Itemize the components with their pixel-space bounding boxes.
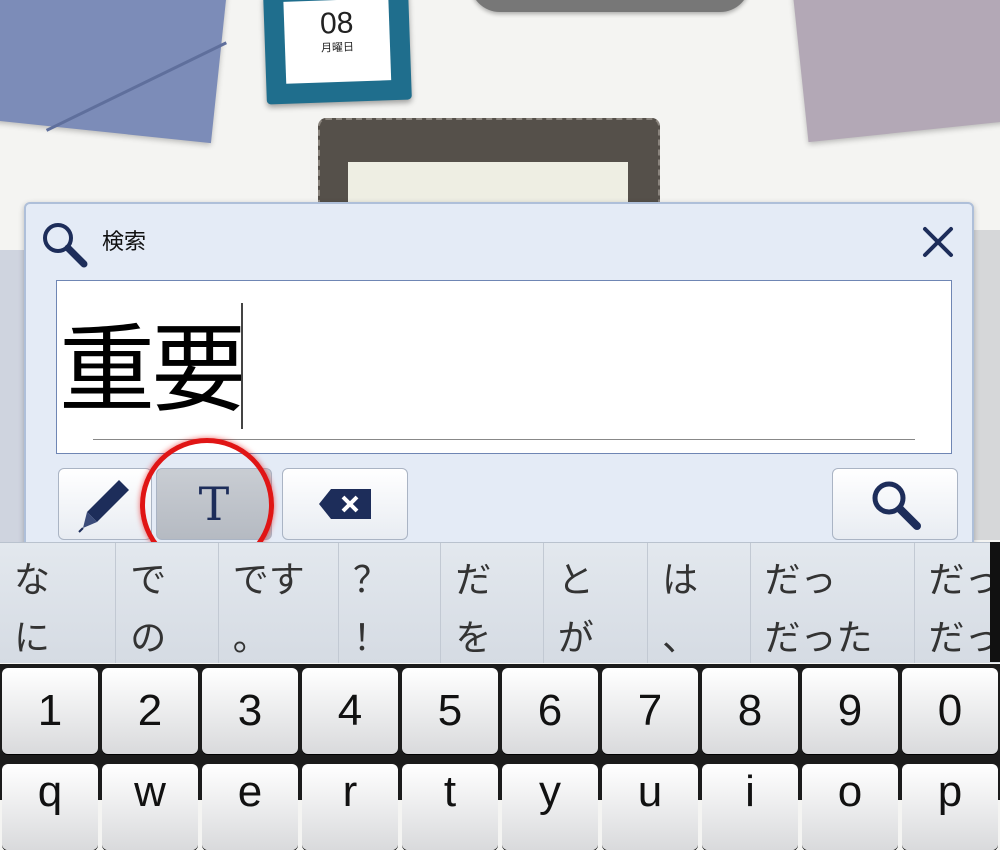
candidate-top: ？ — [352, 560, 389, 601]
key-1[interactable]: 1 — [2, 668, 98, 754]
key-q[interactable]: q — [2, 764, 98, 850]
calendar-paper: 08 月曜日 — [283, 0, 392, 84]
background-calendar: 08 月曜日 — [263, 0, 412, 105]
search-button[interactable] — [832, 468, 958, 540]
close-icon[interactable] — [918, 222, 958, 262]
note-line — [45, 41, 227, 132]
candidate-top: な — [14, 560, 51, 601]
candidate-bottom: 。 — [232, 618, 269, 659]
search-input-value: 重要 — [59, 314, 247, 426]
background-note — [0, 0, 228, 144]
candidate-bottom: に — [14, 618, 51, 659]
key-t[interactable]: t — [402, 764, 498, 850]
candidate-top: だっ — [764, 560, 837, 601]
search-icon — [872, 481, 921, 530]
background-note — [792, 0, 1000, 143]
key-p[interactable]: p — [902, 764, 998, 850]
search-icon — [43, 223, 88, 268]
key-8[interactable]: 8 — [702, 668, 798, 754]
background-pen — [470, 0, 750, 12]
handwriting-mode-button[interactable] — [58, 468, 152, 540]
candidate-item[interactable]: です。 — [219, 543, 339, 663]
key-y[interactable]: y — [502, 764, 598, 850]
candidate-top: だ — [455, 560, 492, 601]
search-dialog: 検索 重要 T — [24, 202, 974, 566]
key-6[interactable]: 6 — [502, 668, 598, 754]
key-2[interactable]: 2 — [102, 668, 198, 754]
candidate-bottom: だった — [764, 618, 873, 659]
key-u[interactable]: u — [602, 764, 698, 850]
software-keyboard: 1 2 3 4 5 6 7 8 9 0 q w e r t y u i o p — [0, 664, 1000, 850]
key-i[interactable]: i — [702, 764, 798, 850]
search-input[interactable]: 重要 — [56, 280, 952, 454]
calendar-weekday: 月曜日 — [320, 40, 355, 55]
key-e[interactable]: e — [202, 764, 298, 850]
key-4[interactable]: 4 — [302, 668, 398, 754]
candidate-bottom: の — [130, 618, 167, 659]
key-9[interactable]: 9 — [802, 668, 898, 754]
candidate-bar: なに での です。 ？！ だを とが は、 だっ だった だっ だっ — [0, 542, 1000, 663]
dialog-title: 検索 — [102, 230, 147, 255]
candidate-item[interactable]: なに — [0, 543, 117, 663]
candidate-item[interactable]: ？！ — [339, 543, 442, 663]
candidate-item[interactable]: だっ だっ — [915, 543, 1000, 663]
candidate-bottom: を — [455, 618, 492, 659]
key-w[interactable]: w — [102, 764, 198, 850]
candidate-bottom: が — [557, 618, 594, 659]
candidate-top: は — [662, 560, 699, 601]
candidate-top: です — [232, 560, 305, 601]
candidate-item[interactable]: は、 — [648, 543, 751, 663]
candidate-scroll-edge — [990, 542, 1000, 662]
candidate-bottom: 、 — [662, 618, 699, 659]
text-mode-button[interactable]: T — [156, 468, 272, 540]
candidate-item[interactable]: とが — [544, 543, 649, 663]
key-7[interactable]: 7 — [602, 668, 698, 754]
candidate-item[interactable]: での — [116, 543, 219, 663]
candidate-bottom: ！ — [352, 618, 389, 659]
text-caret — [241, 303, 243, 429]
pen-icon — [78, 480, 129, 533]
candidate-top: と — [557, 560, 594, 601]
key-o[interactable]: o — [802, 764, 898, 850]
key-3[interactable]: 3 — [202, 668, 298, 754]
key-r[interactable]: r — [302, 764, 398, 850]
backspace-button[interactable] — [282, 468, 408, 540]
text-mode-label: T — [198, 477, 230, 531]
backspace-icon — [319, 489, 371, 519]
key-0[interactable]: 0 — [902, 668, 998, 754]
calendar-day: 08 — [319, 6, 354, 41]
candidate-item[interactable]: だっ だった — [751, 543, 915, 663]
dialog-header: 検索 — [26, 204, 972, 274]
candidate-top: で — [130, 560, 167, 601]
key-5[interactable]: 5 — [402, 668, 498, 754]
input-underline — [93, 439, 915, 440]
candidate-item[interactable]: だを — [441, 543, 544, 663]
